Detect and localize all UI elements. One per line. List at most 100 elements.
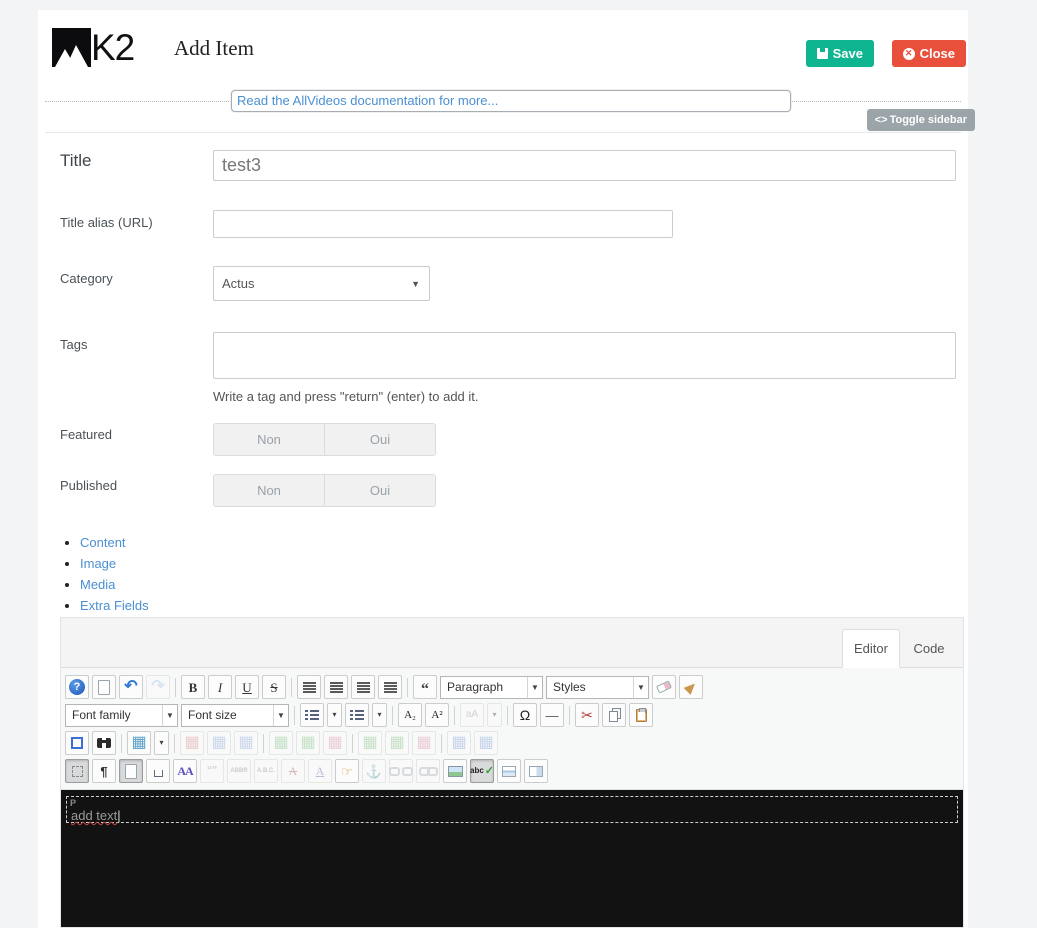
blockquote-icon-button[interactable]: “	[413, 675, 437, 699]
toolbar-separator	[291, 677, 292, 697]
table-menu-button[interactable]: ▾	[154, 731, 169, 755]
cut-icon: ✂	[581, 707, 593, 723]
attributes-icon-button[interactable]: ☞	[335, 759, 359, 783]
cite-icon-button: “”	[200, 759, 224, 783]
cleanup-icon-button[interactable]	[679, 675, 703, 699]
bullet-list-menu: ▾	[377, 710, 382, 719]
special-character-icon-button[interactable]: Ω	[513, 703, 537, 727]
image-icon-button[interactable]	[443, 759, 467, 783]
tags-input[interactable]	[213, 332, 956, 379]
font-size-select[interactable]: Font size ▼	[181, 703, 289, 727]
justify-left-icon-button[interactable]	[351, 675, 375, 699]
block-tag-label: P	[70, 798, 77, 808]
redo-icon-button: ↷	[146, 675, 170, 699]
justify-full-icon-button[interactable]	[297, 675, 321, 699]
editor-canvas[interactable]: P add text|	[61, 790, 963, 927]
justify-center-icon	[329, 681, 343, 693]
page-break-icon-button[interactable]	[497, 759, 521, 783]
insert-column-after-icon: ▦	[389, 734, 405, 751]
image-link[interactable]: Image	[80, 556, 116, 571]
format-select[interactable]: Paragraph ▼	[440, 675, 543, 699]
horizontal-rule-icon-button[interactable]: —	[540, 703, 564, 727]
help-icon-button[interactable]: ?	[65, 675, 89, 699]
paragraph-block-outline: P add text|	[66, 796, 958, 823]
subscript-icon-button[interactable]: A₂	[398, 703, 422, 727]
save-button[interactable]: Save	[805, 40, 874, 67]
font-family-select[interactable]: Font family ▼	[65, 703, 178, 727]
toolbar-separator	[454, 705, 455, 725]
insert-table-icon-button[interactable]: ▦	[127, 731, 151, 755]
category-select[interactable]: Actus ▼	[213, 266, 430, 301]
bold-icon-button[interactable]: B	[181, 675, 205, 699]
featured-non-button[interactable]: Non	[213, 423, 325, 456]
nonbreaking-space-icon-button[interactable]	[146, 759, 170, 783]
show-blocks-icon-button[interactable]: ¶	[92, 759, 116, 783]
media-link[interactable]: Media	[80, 577, 115, 592]
cut-icon-button[interactable]: ✂	[575, 703, 599, 727]
toggle-sidebar-button[interactable]: <> Toggle sidebar	[866, 109, 975, 131]
title-input[interactable]	[213, 150, 956, 181]
underline-icon: U	[242, 679, 252, 695]
deletion-icon-button: A	[281, 759, 305, 783]
superscript-icon-button[interactable]: A²	[425, 703, 449, 727]
spellcheck-icon-button[interactable]: abc	[470, 759, 494, 783]
table-menu: ▾	[159, 738, 164, 747]
bullet-list-icon-button[interactable]	[345, 703, 369, 727]
merge-cells-icon: ▦	[478, 734, 494, 751]
numbered-list-icon-button[interactable]	[300, 703, 324, 727]
fullscreen-icon-button[interactable]	[65, 731, 89, 755]
underline-icon-button[interactable]: U	[235, 675, 259, 699]
remove-format-icon-button[interactable]	[652, 675, 676, 699]
find-replace-icon-button[interactable]	[92, 731, 116, 755]
content-link[interactable]: Content	[80, 535, 126, 550]
anchor-icon: ⚓	[365, 763, 383, 779]
alias-input[interactable]	[213, 210, 673, 238]
attributes-icon: ☞	[341, 763, 353, 779]
link-icon-button	[416, 759, 440, 783]
redo-icon: ↷	[151, 678, 165, 695]
published-non-button[interactable]: Non	[213, 474, 325, 507]
justify-right-icon-button[interactable]	[378, 675, 402, 699]
header-separator	[45, 132, 961, 133]
tab-code[interactable]: Code	[900, 629, 958, 668]
italic-icon-button[interactable]: I	[208, 675, 232, 699]
editor-toolbar: ? ↶ ↷ B I U S “ Paragraph ▼ Styles ▼ Font family ▼ Fo…	[61, 668, 963, 790]
delete-table-icon-button: ▦	[180, 731, 204, 755]
toolbar-separator	[569, 705, 570, 725]
list-item: Image	[80, 556, 149, 571]
copy-icon-button[interactable]	[602, 703, 626, 727]
allvideos-doc-link[interactable]: Read the AllVideos documentation for mor…	[237, 93, 498, 108]
delete-row-icon-button: ▦	[323, 731, 347, 755]
strikethrough-icon-button[interactable]: S	[262, 675, 286, 699]
remove-format-icon	[655, 680, 673, 694]
extra-fields-link[interactable]: Extra Fields	[80, 598, 149, 613]
bullet-list-menu-button[interactable]: ▾	[372, 703, 387, 727]
toolbar-separator	[507, 705, 508, 725]
tags-label: Tags	[60, 337, 88, 352]
paste-icon	[635, 707, 647, 722]
tab-editor[interactable]: Editor	[842, 629, 900, 668]
published-oui-button[interactable]: Oui	[324, 474, 436, 507]
style-properties-icon-button[interactable]: AA	[173, 759, 197, 783]
paste-icon-button[interactable]	[629, 703, 653, 727]
featured-oui-button[interactable]: Oui	[324, 423, 436, 456]
subscript-icon: A₂	[404, 708, 416, 721]
undo-icon-button[interactable]: ↶	[119, 675, 143, 699]
close-button[interactable]: ✕ Close	[891, 40, 966, 67]
preview-icon-button[interactable]	[119, 759, 143, 783]
blockquote-icon: “	[421, 681, 429, 698]
unlink-icon	[389, 767, 413, 776]
template-icon-button[interactable]	[524, 759, 548, 783]
numbered-list-menu-button[interactable]: ▾	[327, 703, 342, 727]
styles-select[interactable]: Styles ▼	[546, 675, 649, 699]
k2-mountain-icon	[52, 28, 91, 67]
font-family-select-value: Font family	[72, 708, 131, 722]
numbered-list-icon	[305, 709, 319, 721]
new-document-icon-button[interactable]	[92, 675, 116, 699]
row-properties-icon: ▦	[211, 734, 227, 751]
justify-center-icon-button[interactable]	[324, 675, 348, 699]
cite-icon: “”	[207, 765, 217, 776]
copy-icon	[608, 710, 618, 722]
visual-aid-icon-button[interactable]	[65, 759, 89, 783]
toolbar-separator	[441, 733, 442, 753]
